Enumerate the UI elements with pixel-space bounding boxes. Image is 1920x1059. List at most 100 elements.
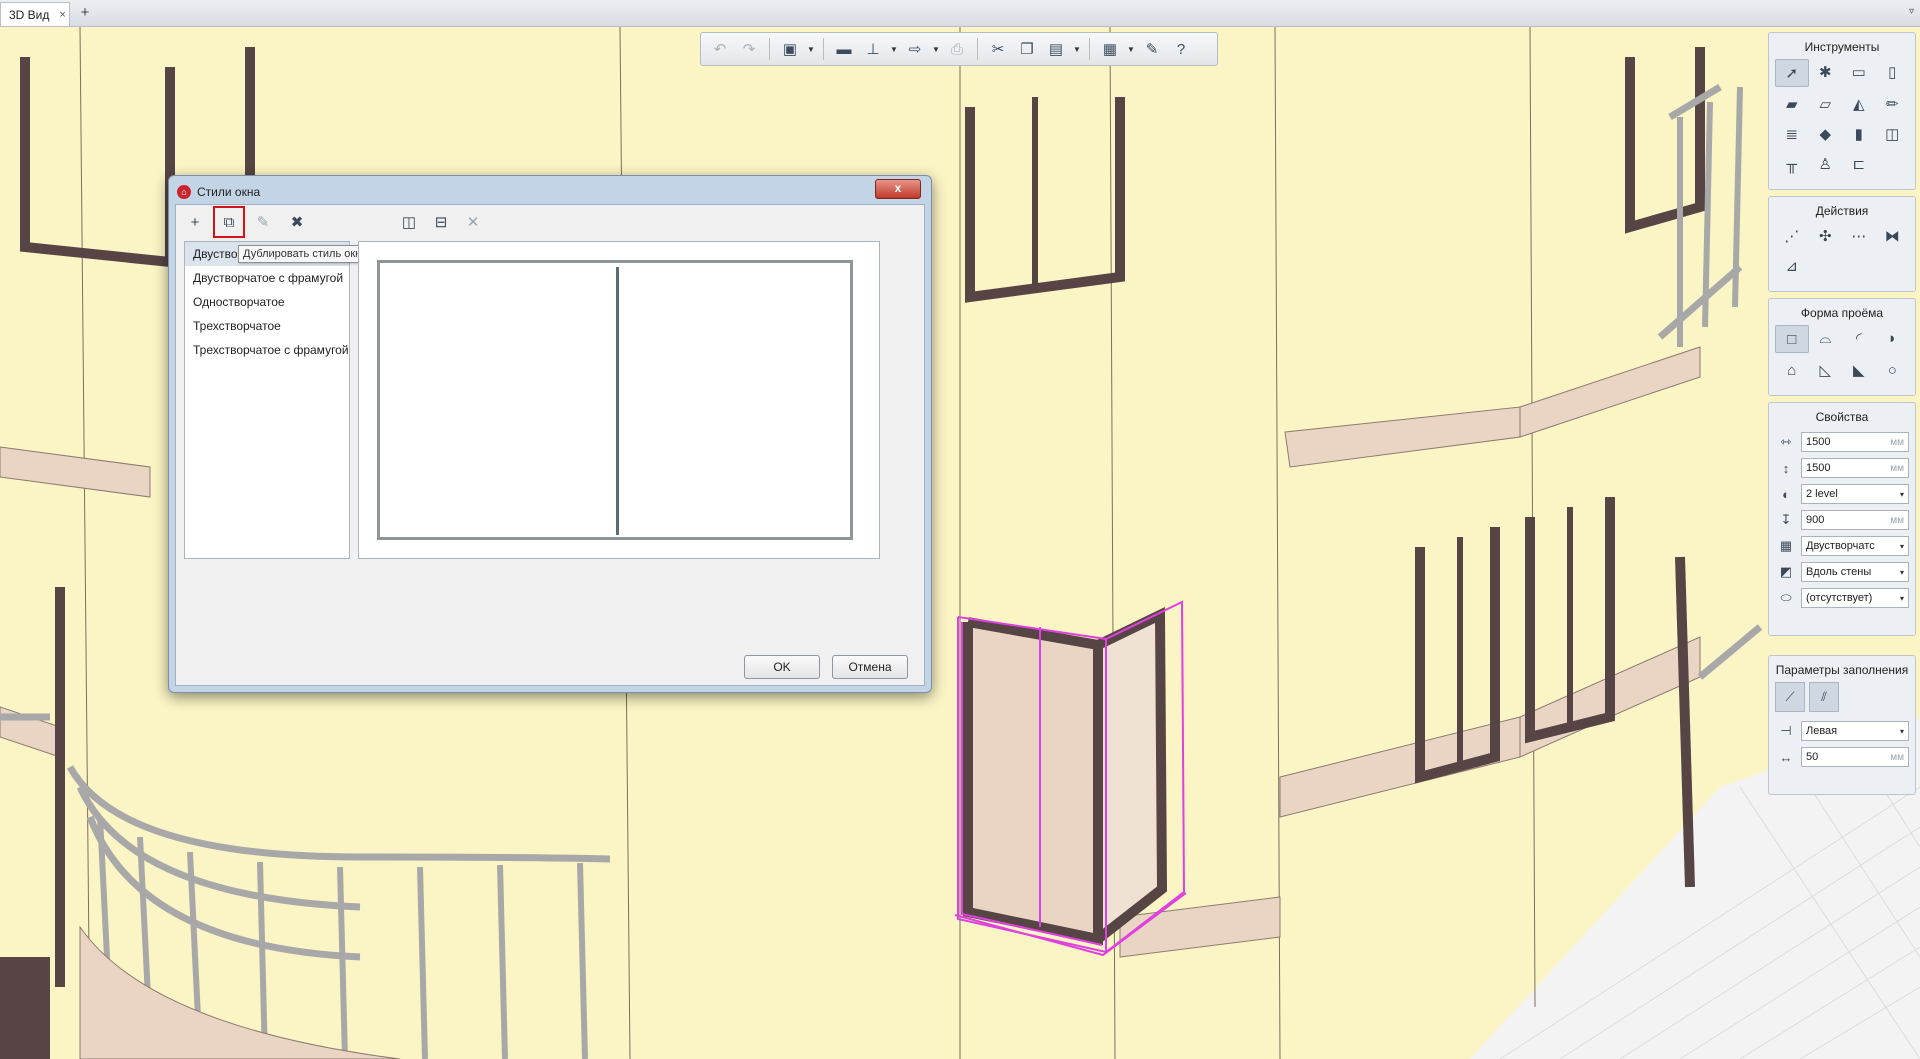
cut-icon[interactable]: ✂ <box>985 36 1011 62</box>
print-icon[interactable]: ⎙ <box>944 36 970 62</box>
undo-icon[interactable]: ↶ <box>707 36 733 62</box>
chevron-down-icon[interactable]: ▼ <box>1126 45 1136 54</box>
wrench-icon[interactable]: ✎ <box>1139 36 1165 62</box>
copy-icon[interactable]: ❐ <box>1014 36 1040 62</box>
split-horizontal-icon[interactable]: ⊟ <box>430 211 452 233</box>
compass-icon[interactable]: ✱ <box>1809 59 1843 85</box>
slope-shape-icon[interactable]: ◺ <box>1809 357 1843 383</box>
width-field[interactable]: 1500 мм <box>1801 432 1909 452</box>
preview-toolbar: ◫ ⊟ ✕ <box>398 211 484 233</box>
orientation-select[interactable]: Вдоль стены ▾ <box>1801 562 1909 582</box>
circle-shape-icon[interactable]: ○ <box>1876 357 1910 383</box>
remove-split-icon[interactable]: ✕ <box>462 211 484 233</box>
width-value: 1500 <box>1806 436 1831 448</box>
railing-icon[interactable]: ╥ <box>1775 151 1809 177</box>
chevron-down-icon[interactable]: ▼ <box>889 45 899 54</box>
triangle-shape-icon[interactable]: ◣ <box>1842 357 1876 383</box>
ok-button[interactable]: OK <box>744 655 820 679</box>
pentagon-shape-icon[interactable]: ⌂ <box>1775 357 1809 383</box>
tab-bar: 3D Вид × + ▿ <box>0 0 1920 27</box>
selected-window <box>954 600 1187 957</box>
close-button[interactable]: x <box>875 179 921 199</box>
redo-icon[interactable]: ↷ <box>736 36 762 62</box>
tab-3d-view[interactable]: 3D Вид × <box>0 2 70 26</box>
level-select[interactable]: 2 level ▾ <box>1801 484 1909 504</box>
sill-height-field[interactable]: 900 мм <box>1801 510 1909 530</box>
column-icon[interactable]: ▯ <box>1876 59 1910 85</box>
style-item[interactable]: Трехстворчатое <box>185 314 349 338</box>
tab-label: 3D Вид <box>9 7 50 22</box>
floor-icon[interactable]: ◆ <box>1809 121 1843 147</box>
door-icon[interactable]: ▮ <box>1842 121 1876 147</box>
wall-icon[interactable]: ▭ <box>1842 59 1876 85</box>
window-icon[interactable]: ◫ <box>1876 121 1910 147</box>
marker-icon: ⬭ <box>1780 590 1792 605</box>
folder-icon[interactable]: ▬ <box>831 36 857 62</box>
window-style-select[interactable]: Двустворчатс ▾ <box>1801 536 1909 556</box>
view-cube-icon[interactable]: ▣ <box>777 36 803 62</box>
offset-unit: мм <box>1890 751 1904 763</box>
level-icon: ◐ <box>1782 486 1790 502</box>
paste-icon[interactable]: ▤ <box>1043 36 1069 62</box>
opening-icon[interactable]: ⊏ <box>1842 151 1876 177</box>
stair-icon[interactable]: ≣ <box>1775 121 1809 147</box>
window-styles-dialog: ⌂ Стили окна x + ⧉ ✎ ✖ ◫ ⊟ ✕ Двустворчат… <box>168 175 932 693</box>
rotate-icon[interactable]: ✣ <box>1809 223 1843 249</box>
sill-height-icon: ↧ <box>1780 512 1792 527</box>
mirror-icon[interactable]: ⧓ <box>1876 223 1910 249</box>
height-field[interactable]: 1500 мм <box>1801 458 1909 478</box>
help-icon[interactable]: ? <box>1168 36 1194 62</box>
fill-params-panel: Параметры заполнения ⟋ ⫽ ⊣ Левая ▾ ↔ 50 … <box>1768 655 1916 795</box>
array-icon[interactable]: ⋯ <box>1842 223 1876 249</box>
offset-value: 50 <box>1806 751 1819 763</box>
height-unit: мм <box>1890 462 1904 474</box>
side-select[interactable]: Левая ▾ <box>1801 721 1909 741</box>
main-toolbar: ↶ ↷ ▣ ▼ ▬ ⊥ ▼ ⇨ ▼ ⎙ ✂ ❐ ▤ ▼ ▦ ▼ ✎ ? <box>700 32 1218 66</box>
add-tab-button[interactable]: + <box>76 4 94 22</box>
duplicate-style-icon[interactable]: ⧉ <box>213 206 245 238</box>
tools-panel: Инструменты ➚ ✱ ▭ ▯ ▰ ▱ ◭ ✏ ≣ ◆ ▮ ◫ ╥ ♙ … <box>1768 32 1916 190</box>
rect-shape-icon[interactable]: □ <box>1775 325 1809 353</box>
level-icon[interactable]: ⊥ <box>860 36 886 62</box>
close-tab-icon[interactable]: × <box>59 9 65 21</box>
edit-style-icon[interactable]: ✎ <box>252 211 274 233</box>
beam-icon[interactable]: ▱ <box>1809 91 1843 117</box>
orientation-icon: ◩ <box>1779 564 1793 579</box>
tab-menu-icon[interactable]: ▿ <box>1909 6 1914 17</box>
width-icon: ⇿ <box>1780 434 1792 449</box>
style-item[interactable]: Трехстворчатое с фрамугой <box>185 338 349 362</box>
style-item[interactable]: Двустворчатое с фрамугой <box>185 266 349 290</box>
cursor-icon[interactable]: ➚ <box>1775 59 1809 87</box>
delete-style-icon[interactable]: ✖ <box>286 211 308 233</box>
window-style-icon: ▦ <box>1779 538 1793 553</box>
export-icon[interactable]: ⇨ <box>902 36 928 62</box>
half-round-shape-icon[interactable]: ◗ <box>1876 325 1910 351</box>
toilet-icon[interactable]: ♙ <box>1809 151 1843 177</box>
add-style-icon[interactable]: + <box>184 211 206 233</box>
chevron-down-icon[interactable]: ▼ <box>1072 45 1082 54</box>
grid-icon[interactable]: ▦ <box>1097 36 1123 62</box>
side-icon: ⊣ <box>1780 723 1792 738</box>
dialog-title: Стили окна <box>197 185 261 199</box>
roof-icon[interactable]: ◭ <box>1842 91 1876 117</box>
split-vertical-icon[interactable]: ◫ <box>398 211 420 233</box>
arch-shape-icon[interactable]: ⌓ <box>1809 325 1843 351</box>
level-value: 2 level <box>1806 488 1838 500</box>
pencil-icon[interactable]: ✏ <box>1876 91 1910 117</box>
fill-type-1-icon[interactable]: ⟋ <box>1775 682 1805 712</box>
round-corner-shape-icon[interactable]: ◜ <box>1842 325 1876 351</box>
slab-icon[interactable]: ▰ <box>1775 91 1809 117</box>
chevron-down-icon[interactable]: ▼ <box>806 45 816 54</box>
move-icon[interactable]: ⋰ <box>1775 223 1809 249</box>
opening-shape-panel: Форма проёма □ ⌓ ◜ ◗ ⌂ ◺ ◣ ○ <box>1768 298 1916 396</box>
window-style-value: Двустворчатс <box>1806 540 1875 552</box>
offset-field[interactable]: 50 мм <box>1801 747 1909 767</box>
marker-select[interactable]: (отсутствует) ▾ <box>1801 588 1909 608</box>
style-item[interactable]: Одностворчатое <box>185 290 349 314</box>
chevron-down-icon[interactable]: ▼ <box>931 45 941 54</box>
style-toolbar: + ⧉ ✎ ✖ <box>184 206 308 238</box>
cancel-button[interactable]: Отмена <box>832 655 908 679</box>
fill-type-2-icon[interactable]: ⫽ <box>1809 682 1839 712</box>
door <box>0 957 50 1059</box>
trim-icon[interactable]: ⊿ <box>1775 253 1809 279</box>
